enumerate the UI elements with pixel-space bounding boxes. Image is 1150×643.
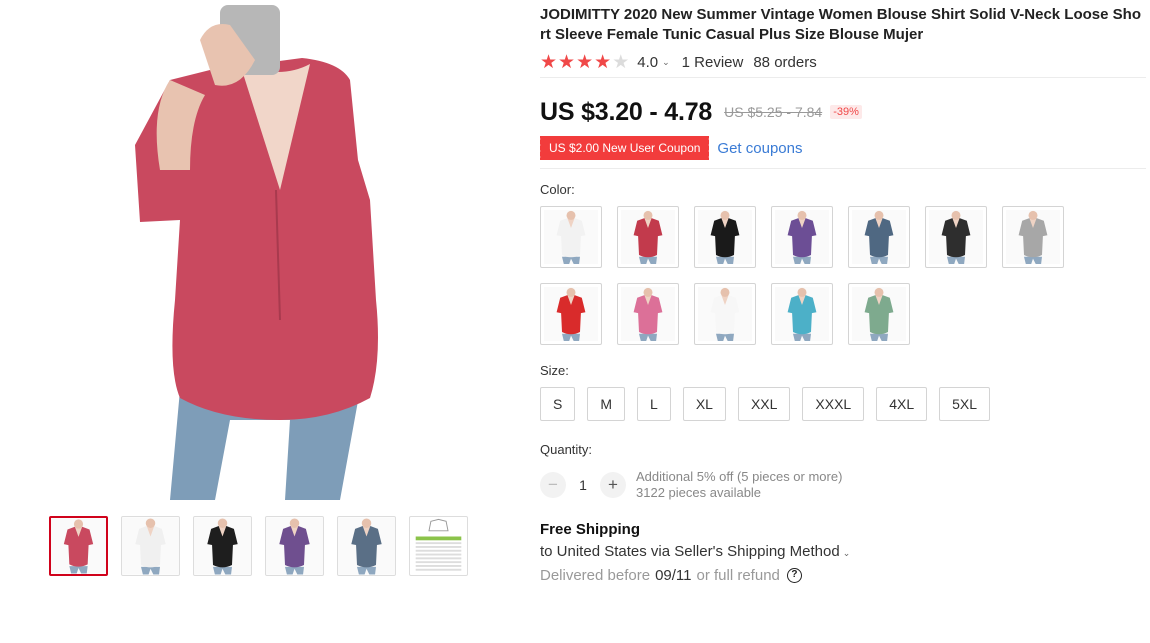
- size-option-s[interactable]: S: [540, 387, 576, 421]
- new-user-coupon[interactable]: US $2.00 New User Coupon: [537, 136, 712, 160]
- thumbnail-3[interactable]: [193, 516, 252, 576]
- star-filled-icon: ★: [576, 51, 594, 73]
- product-title: JODIMITTY 2020 New Summer Vintage Women …: [540, 6, 1141, 43]
- color-option-10[interactable]: [694, 283, 756, 345]
- star-filled-icon: ★: [540, 51, 558, 73]
- orders-count: 88 orders: [753, 53, 817, 71]
- rating-row: ★ ★ ★ ★ ★ 4.0 ⌄ 1 Review 88 orders: [540, 49, 1146, 75]
- quantity-increase-button[interactable]: +: [600, 472, 626, 498]
- rating-value[interactable]: 4.0: [637, 54, 658, 71]
- size-option-4xl[interactable]: 4XL: [876, 387, 928, 421]
- price-row: US $3.20 - 4.78 US $5.25 - 7.84 -39%: [540, 97, 1146, 127]
- product-info-panel: JODIMITTY 2020 New Summer Vintage Women …: [537, 0, 1146, 584]
- thumbnail-2[interactable]: [121, 516, 180, 576]
- current-price: US $3.20 - 4.78: [540, 97, 713, 126]
- size-option-l[interactable]: L: [637, 387, 671, 421]
- delivery-suffix: or full refund: [696, 567, 780, 584]
- size-label: Size:: [540, 363, 569, 378]
- color-option-11[interactable]: [771, 283, 833, 345]
- size-option-5xl[interactable]: 5XL: [939, 387, 991, 421]
- color-option-8[interactable]: [540, 283, 602, 345]
- star-empty-icon: ★: [612, 51, 630, 73]
- size-option-xxxl[interactable]: XXXL: [802, 387, 865, 421]
- shipping-destination-text: to United States via Seller's Shipping M…: [540, 543, 840, 560]
- color-option-9[interactable]: [617, 283, 679, 345]
- coupon-row: US $2.00 New User Coupon Get coupons: [537, 136, 1146, 160]
- delivery-prefix: Delivered before: [540, 567, 651, 584]
- thumbnail-strip: [49, 516, 468, 576]
- thumbnail-6[interactable]: [409, 516, 468, 576]
- thumbnail-1[interactable]: [49, 516, 108, 576]
- color-option-5[interactable]: [848, 206, 910, 268]
- color-option-6[interactable]: [925, 206, 987, 268]
- color-option-7[interactable]: [1002, 206, 1064, 268]
- original-price: US $5.25 - 7.84: [724, 104, 823, 120]
- divider: [540, 168, 1146, 169]
- size-options: S M L XL XXL XXXL 4XL 5XL: [540, 387, 1146, 421]
- chevron-down-icon: ⌄: [842, 548, 851, 558]
- size-option-xxl[interactable]: XXL: [737, 387, 791, 421]
- shipping-destination[interactable]: to United States via Seller's Shipping M…: [540, 543, 1146, 560]
- stock-available: 3122 pieces available: [636, 485, 762, 500]
- rating-stars: ★ ★ ★ ★ ★: [540, 53, 629, 72]
- color-option-4[interactable]: [771, 206, 833, 268]
- quantity-label: Quantity:: [540, 442, 593, 457]
- color-option-2[interactable]: [617, 206, 679, 268]
- size-option-xl[interactable]: XL: [682, 387, 726, 421]
- divider: [540, 77, 1146, 78]
- color-option-12[interactable]: [848, 283, 910, 345]
- color-options: [540, 206, 1080, 345]
- question-icon[interactable]: ?: [786, 568, 802, 583]
- thumbnail-4[interactable]: [265, 516, 324, 576]
- delivery-date: 09/11: [655, 567, 692, 584]
- delivery-estimate: Delivered before 09/11 or full refund ?: [540, 567, 1146, 584]
- star-filled-icon: ★: [558, 51, 576, 73]
- quantity-input[interactable]: 1: [566, 477, 600, 493]
- discount-badge: -39%: [830, 105, 862, 119]
- color-option-3[interactable]: [694, 206, 756, 268]
- size-option-m[interactable]: M: [587, 387, 626, 421]
- quantity-stepper: − 1 + Additional 5% off (5 pieces or mor…: [540, 469, 1146, 501]
- chevron-down-icon[interactable]: ⌄: [662, 57, 670, 68]
- reviews-link[interactable]: 1 Review: [682, 54, 744, 71]
- bulk-discount-text: Additional 5% off (5 pieces or more): [636, 469, 843, 484]
- main-product-image[interactable]: [40, 0, 472, 500]
- thumbnail-5[interactable]: [337, 516, 396, 576]
- quantity-info: Additional 5% off (5 pieces or more) 312…: [636, 469, 842, 501]
- color-label: Color:: [540, 182, 575, 197]
- shipping-title: Free Shipping: [540, 521, 641, 538]
- color-option-1[interactable]: [540, 206, 602, 268]
- get-coupons-link[interactable]: Get coupons: [717, 140, 802, 157]
- star-filled-icon: ★: [594, 51, 612, 73]
- quantity-decrease-button[interactable]: −: [540, 472, 566, 498]
